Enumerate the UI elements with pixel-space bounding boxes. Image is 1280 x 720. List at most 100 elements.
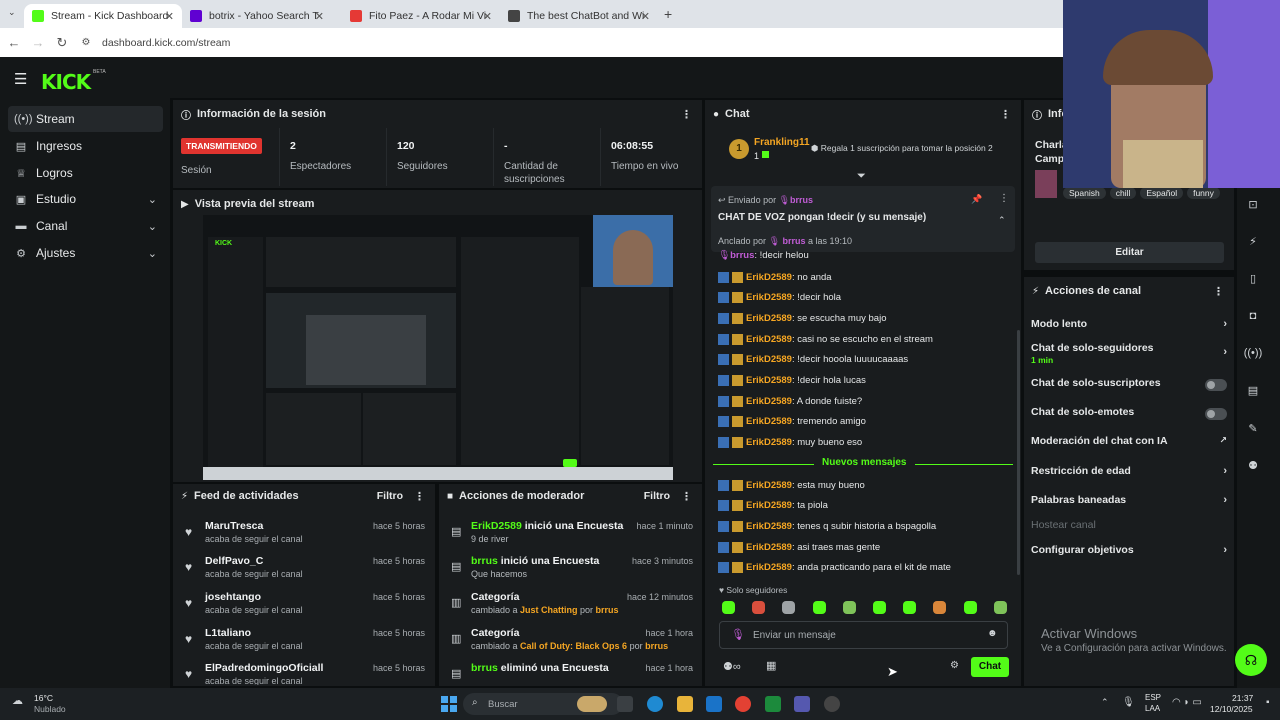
feed-user[interactable]: MaruTresca (205, 520, 263, 532)
pinned-author[interactable]: brrus (790, 195, 813, 205)
tag[interactable]: chill (1109, 187, 1137, 199)
feed-user[interactable]: josehtango (205, 591, 261, 603)
weather-icon[interactable]: ☁ (12, 694, 23, 707)
setting-ai-moderation[interactable]: Moderación del chat con IA ↗ (1031, 435, 1229, 453)
chat-user[interactable]: ErikD2589 (746, 354, 792, 365)
rail-users-icon[interactable]: ⚉ (1237, 452, 1269, 478)
setting-emotes-only[interactable]: Chat de solo-emotes (1031, 406, 1229, 424)
emotes-only-toggle[interactable] (1205, 408, 1227, 420)
setting-followers-only[interactable]: Chat de solo-seguidores 1 min › (1031, 342, 1229, 368)
obs-icon[interactable] (824, 696, 840, 712)
mod-category[interactable]: Just Chatting (520, 605, 578, 615)
more-options-icon[interactable]: ⋮ (1213, 285, 1224, 298)
chat-user[interactable]: ErikD2589 (746, 480, 792, 491)
close-tab-icon[interactable]: ✕ (483, 10, 492, 23)
users-link-icon[interactable]: ⚉∞ (723, 660, 741, 673)
chat-user[interactable]: ErikD2589 (746, 313, 792, 324)
mod-user[interactable]: brrus (471, 555, 498, 567)
chat-user[interactable]: ErikD2589 (746, 500, 792, 511)
more-options-icon[interactable]: ⋮ (681, 108, 692, 121)
chrome-icon[interactable] (735, 696, 751, 712)
tag[interactable]: Spanish (1063, 187, 1106, 199)
mod-user[interactable]: brrus (645, 641, 668, 651)
setting-banned-words[interactable]: Palabras baneadas › (1031, 494, 1229, 512)
setting-age-restriction[interactable]: Restricción de edad › (1031, 465, 1229, 483)
emote-icon[interactable] (782, 601, 796, 614)
mod-user[interactable]: brrus (596, 605, 619, 615)
mod-user[interactable]: ErikD2589 (471, 520, 522, 532)
outlook-icon[interactable] (706, 696, 722, 712)
chat-user[interactable]: ErikD2589 (746, 521, 792, 532)
rail-layout-icon[interactable]: ▤ (1237, 377, 1269, 403)
windows-start-icon[interactable] (441, 696, 457, 712)
forward-icon[interactable]: → (26, 35, 50, 50)
teams-icon[interactable] (794, 696, 810, 712)
tab-youtube[interactable]: Fito Paez - A Rodar Mi Vida (Er ✕ (342, 4, 500, 28)
subs-only-toggle[interactable] (1205, 379, 1227, 391)
sidebar-item-canal[interactable]: ▬ Canal ⌄ (8, 213, 163, 239)
mod-user[interactable]: brrus (471, 662, 498, 674)
new-tab-icon[interactable]: + (664, 6, 672, 22)
emote-icon[interactable] (933, 601, 947, 614)
sidebar-item-stream[interactable]: ((•)) Stream (8, 106, 163, 132)
collapse-gifters-icon[interactable]: ⏷ (857, 170, 866, 183)
stream-preview-video[interactable]: KICK (203, 215, 673, 480)
emoji-icon[interactable]: ☻ (987, 628, 998, 639)
url-field[interactable]: dashboard.kick.com/stream (102, 37, 230, 49)
kick-logo[interactable]: KICK (41, 70, 91, 94)
file-explorer-icon[interactable] (677, 696, 693, 712)
emote-icon[interactable] (812, 601, 826, 614)
rail-broadcast-icon[interactable]: ((•)) (1237, 340, 1269, 366)
chat-user[interactable]: brrus (730, 250, 754, 261)
chat-user[interactable]: ErikD2589 (746, 437, 792, 448)
chat-scrollbar[interactable] (1017, 330, 1020, 575)
tab-kick-dashboard[interactable]: Stream - Kick Dashboard ✕ (24, 4, 182, 28)
wifi-icon[interactable]: ◠ ◗ ▭ (1172, 697, 1202, 708)
tab-botrix[interactable]: The best ChatBot and Widgets ✕ (500, 4, 658, 28)
tray-chevron-icon[interactable]: ⌃ (1101, 697, 1109, 708)
help-chat-icon[interactable]: ☊ (1235, 644, 1267, 676)
setting-subs-only[interactable]: Chat de solo-suscriptores (1031, 377, 1229, 395)
pinned-more-icon[interactable]: ⋮ (999, 193, 1009, 204)
rail-lightning-icon[interactable]: ⚡ (1237, 228, 1269, 254)
chat-user[interactable]: ErikD2589 (746, 292, 792, 303)
setting-slow-mode[interactable]: Modo lento › (1031, 318, 1229, 336)
back-icon[interactable]: ← (2, 35, 26, 50)
feed-user[interactable]: ElPadredomingoOficiall (205, 662, 323, 674)
close-tab-icon[interactable]: ✕ (315, 10, 324, 23)
chat-settings-icon[interactable]: ⚙ (950, 660, 959, 671)
pinned-by-user[interactable]: brrus (783, 236, 806, 246)
chat-user[interactable]: ErikD2589 (746, 416, 792, 427)
chat-user[interactable]: ErikD2589 (746, 562, 792, 573)
close-tab-icon[interactable]: ✕ (641, 10, 650, 23)
mod-category[interactable]: Call of Duty: Black Ops 6 (520, 641, 627, 651)
chevron-up-icon[interactable]: ⌃ (998, 215, 1006, 226)
tag[interactable]: Español (1140, 187, 1184, 199)
setting-goals[interactable]: Configurar objetivos › (1031, 544, 1229, 562)
xbox-icon[interactable] (765, 696, 781, 712)
mod-filter-button[interactable]: Filtro (644, 490, 670, 502)
sidebar-item-logros[interactable]: ♕ Logros (8, 160, 163, 186)
store-icon[interactable]: ▦ (766, 659, 776, 672)
emote-icon[interactable] (752, 601, 766, 614)
more-options-icon[interactable]: ⋮ (681, 490, 692, 503)
feed-user[interactable]: DelfPavo_C (205, 555, 263, 567)
more-options-icon[interactable]: ⋮ (1000, 108, 1011, 121)
sidebar-item-estudio[interactable]: ▣ Estudio ⌄ (8, 186, 163, 212)
reload-icon[interactable]: ↻ (50, 35, 74, 51)
chat-user[interactable]: ErikD2589 (746, 542, 792, 553)
edit-info-button[interactable]: Editar (1035, 242, 1224, 263)
menu-icon[interactable]: ☰ (14, 70, 27, 88)
chat-user[interactable]: ErikD2589 (746, 375, 792, 386)
gift-cta[interactable]: ⬢ Regala 1 suscripción para tomar la pos… (811, 143, 993, 154)
feed-user[interactable]: L1taliano (205, 627, 251, 639)
emote-icon[interactable] (722, 601, 735, 614)
emote-icon[interactable] (963, 601, 977, 614)
tag[interactable]: funny (1187, 187, 1220, 199)
sidebar-item-ingresos[interactable]: ▤ Ingresos (8, 133, 163, 159)
tab-yahoo[interactable]: botrix - Yahoo Search Tus resul ✕ (182, 4, 332, 28)
tab-list-icon[interactable]: ⌄ (8, 7, 16, 18)
chat-user[interactable]: ErikD2589 (746, 272, 792, 283)
clock-time[interactable]: 21:37 (1232, 693, 1253, 703)
edge-icon[interactable] (647, 696, 663, 712)
